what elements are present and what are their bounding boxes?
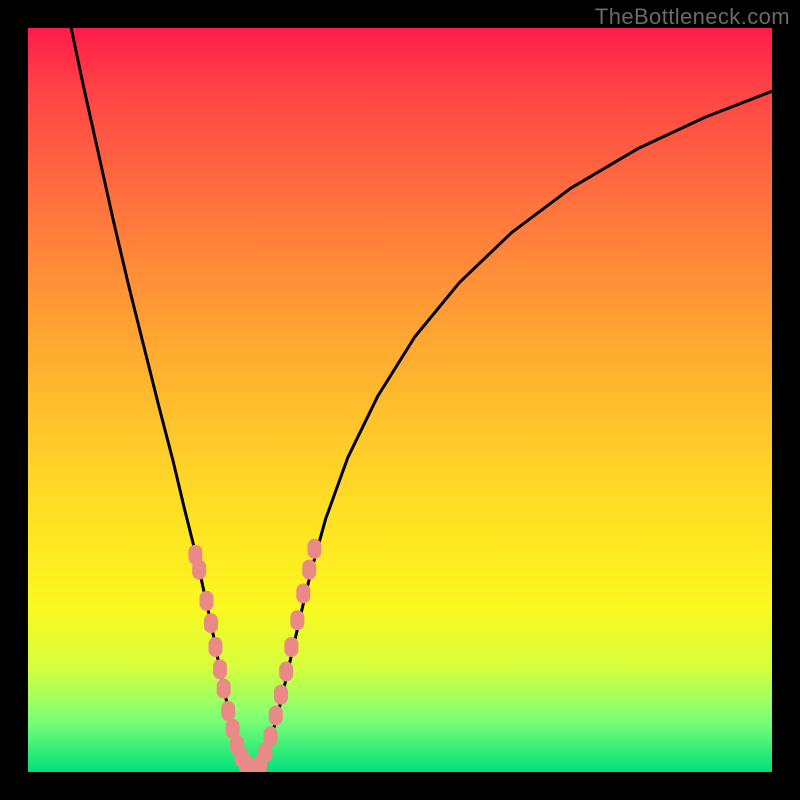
data-marker [217, 679, 231, 699]
data-markers [188, 539, 321, 772]
curve-left-branch [71, 28, 251, 771]
bottleneck-curve-plot [28, 28, 772, 772]
data-marker [200, 591, 214, 611]
data-marker [274, 685, 288, 705]
watermark-label: TheBottleneck.com [595, 4, 790, 30]
chart-frame [28, 28, 772, 772]
data-marker [269, 705, 283, 725]
data-marker [307, 539, 321, 559]
data-marker [296, 583, 310, 603]
data-marker [279, 662, 293, 682]
data-marker [302, 560, 316, 580]
data-marker [264, 726, 278, 746]
curve-right-branch [251, 91, 772, 770]
data-marker [284, 637, 298, 657]
data-marker [208, 637, 222, 657]
data-marker [290, 610, 304, 630]
data-marker [213, 659, 227, 679]
data-marker [221, 701, 235, 721]
data-marker [204, 613, 218, 633]
data-marker [192, 560, 206, 580]
